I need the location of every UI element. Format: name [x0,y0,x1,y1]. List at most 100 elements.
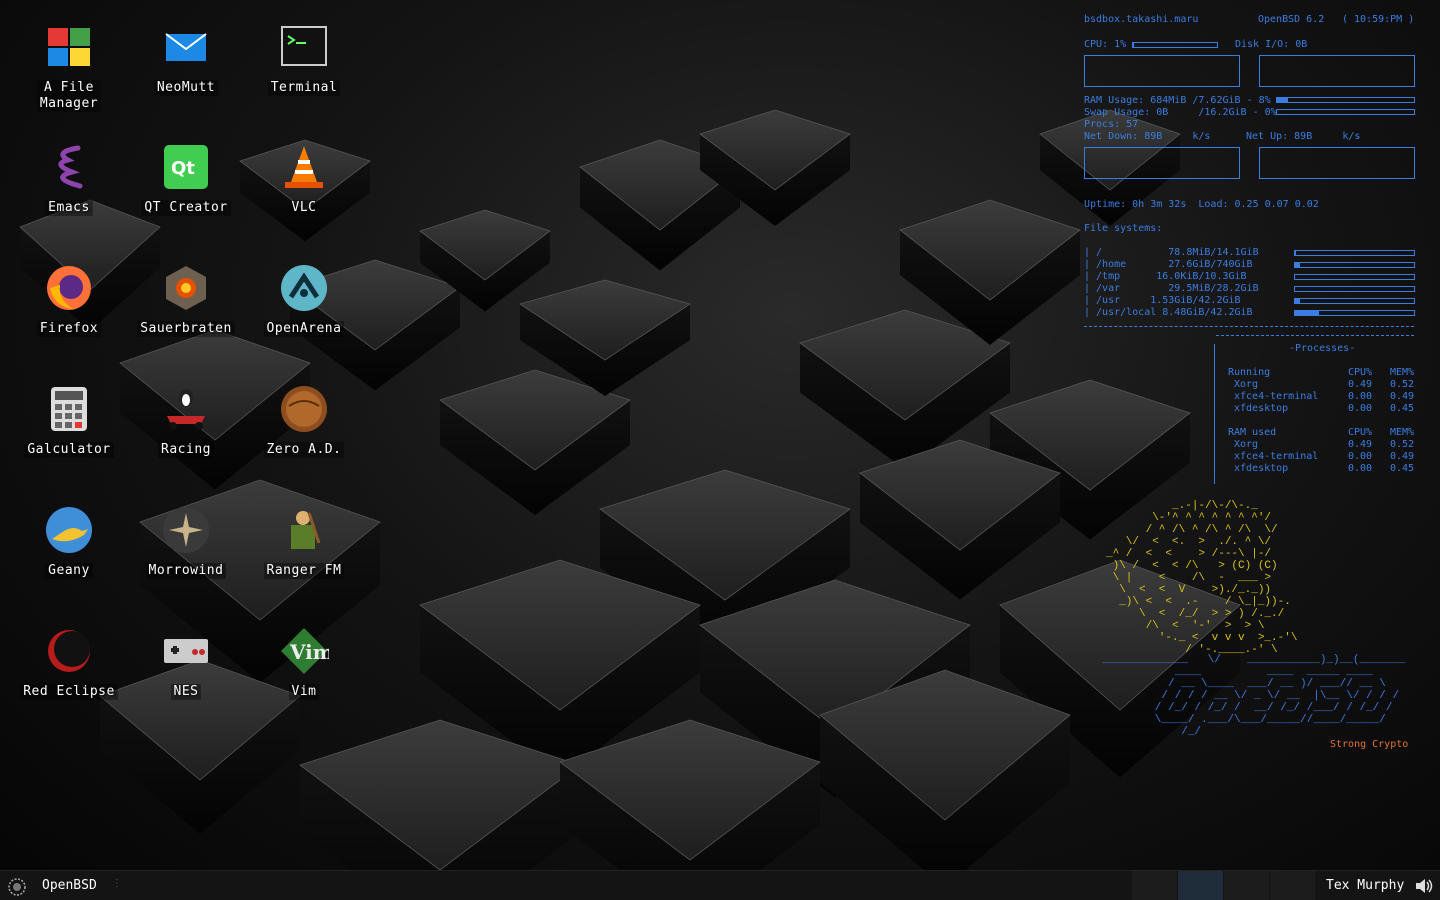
svg-text:Vim: Vim [289,640,329,664]
desktop-icon-label: Terminal [267,80,341,96]
filesystem-row: | /tmp 16.0KiB/10.3GiB [1084,271,1247,282]
filesystem-usage-bar [1294,262,1415,268]
workspace-2-active[interactable] [1178,871,1223,900]
qt-creator-icon: Qt [161,142,211,192]
openbsd-puffy-icon[interactable] [6,876,28,898]
desktop-icon-label: Firefox [36,321,102,337]
zero-ad-icon [279,384,329,434]
desktop-icon[interactable]: Morrowind [132,483,240,593]
desktop-icon-label: Zero A.D. [263,442,345,458]
net-down-graph [1084,147,1240,179]
conky-os-version: OpenBSD 6.2 [1258,14,1325,25]
swap-bar [1276,109,1415,115]
desktop-icon[interactable]: OpenArena [250,241,358,351]
desktop-icon[interactable]: Red Eclipse [15,604,123,714]
ram-used-header: RAM used [1228,427,1277,438]
desktop-icon-label: Sauerbraten [137,321,235,337]
desktop-icon-label: Geany [45,563,93,579]
process-name: xfce4-terminal [1234,451,1319,462]
red-eclipse-icon [44,626,94,676]
processes-title: -Processes- [1289,343,1356,354]
filesystem-row: | /var 29.5MiB/28.2GiB [1084,283,1259,294]
vlc-cone-icon [279,142,329,192]
conky-ram: RAM Usage: 684MiB /7.62GiB - 8% [1084,95,1271,106]
filesystem-row: | /home 27.6GiB/740GiB [1084,259,1253,270]
desktop-icon[interactable]: Galculator [15,362,123,472]
process-mem: 0.49 [1390,391,1415,402]
active-window-title[interactable]: Tex Murphy [1326,878,1404,893]
cpu-col-header-2: CPU% [1348,427,1373,438]
terminal-icon [279,22,329,72]
filesystem-row: | /usr 1.53GiB/42.2GiB [1084,295,1241,306]
disk-io-graph [1259,55,1415,87]
desktop-icon[interactable]: Ranger FM [250,483,358,593]
strong-crypto-tagline: Strong Crypto [1330,739,1409,750]
vim-icon: Vim [279,626,334,676]
desktop-icon[interactable]: Sauerbraten [132,241,240,351]
conky-net-up: Net Up: 89B k/s [1246,131,1361,142]
racing-kart-icon [161,384,211,434]
process-mem: 0.45 [1390,463,1415,474]
desktop-icon[interactable]: Vim Vim [250,604,358,714]
desktop-icon[interactable]: Emacs [15,120,123,230]
process-cpu: 0.49 [1348,439,1373,450]
conky-net-down: Net Down: 89B k/s [1084,131,1211,142]
conky-uptime: Uptime: 0h 3m 32s Load: 0.25 0.07 0.02 [1084,199,1319,210]
process-name: xfdesktop [1234,403,1289,414]
morrowind-icon [161,505,211,555]
conky-clock: ( 10:59:PM ) [1342,14,1415,25]
filesystem-row: | / 78.8MiB/14.1GiB [1084,247,1259,258]
sauerbraten-icon [161,263,211,313]
cpu-graph [1084,55,1240,87]
desktop-icon[interactable]: VLC [250,120,358,230]
process-cpu: 0.00 [1348,391,1373,402]
conky-procs: Procs: 57 [1084,119,1139,130]
filesystem-row: | /usr/local 8.48GiB/42.2GiB [1084,307,1253,318]
process-name: Xorg [1234,379,1259,390]
desktop-icon[interactable]: Firefox [15,241,123,351]
desktop-icon-label: QT Creator [141,200,231,216]
desktop-icon-label: NeoMutt [153,80,219,96]
process-cpu: 0.00 [1348,463,1373,474]
mail-icon [161,22,211,72]
conky-hostname: bsdbox.takashi.maru [1084,14,1199,25]
desktop-icon-label: OpenArena [263,321,345,337]
desktop-icon-label: Vim [288,684,320,700]
process-cpu: 0.00 [1348,403,1373,414]
desktop-icon-label: NES [170,684,202,700]
fs-divider [1084,319,1414,327]
process-cpu: 0.00 [1348,451,1373,462]
processes-border [1214,344,1215,484]
desktop-icon-label: Morrowind [145,563,227,579]
desktop-icon[interactable]: NES [132,604,240,714]
nes-controller-icon [161,626,211,676]
process-name: xfce4-terminal [1234,391,1319,402]
process-cpu: 0.49 [1348,379,1373,390]
process-mem: 0.52 [1390,439,1415,450]
workspace-3[interactable] [1224,871,1269,900]
taskbar-separator: ⋮ [112,878,122,889]
workspace-1[interactable] [1132,871,1177,900]
cpu-col-header: CPU% [1348,367,1373,378]
desktop-icon[interactable]: Terminal [250,0,358,110]
svg-text:Qt: Qt [171,158,195,179]
puffy-fish-ascii-art: _.-|-/\-/\-._ \-'^ ^ ^ ^ ^ ^ ^'/ / ^ /\ … [1106,500,1298,656]
app-menu-button[interactable]: OpenBSD [42,878,97,893]
process-name: Xorg [1234,439,1259,450]
desktop-icon[interactable]: Qt QT Creator [132,120,240,230]
filesystem-usage-bar [1294,286,1415,292]
conky-disk-io: Disk I/O: 0B [1235,39,1308,50]
desktop-icon[interactable]: Zero A.D. [250,362,358,472]
desktop-icon-label: Emacs [45,200,93,216]
filesystem-usage-bar [1294,310,1415,316]
desktop-icon[interactable]: Racing [132,362,240,472]
desktop-icon[interactable]: NeoMutt [132,0,240,110]
volume-icon[interactable] [1414,877,1434,895]
geany-lamp-icon [44,505,94,555]
process-name: xfdesktop [1234,463,1289,474]
workspace-4[interactable] [1270,871,1315,900]
desktop-icon[interactable]: Geany [15,483,123,593]
conky-cpu: CPU: 1% [1084,39,1127,50]
conky-swap: Swap Usage: 0B /16.2GiB - 0% [1084,107,1277,118]
desktop-icon[interactable]: A File Manager [15,0,123,112]
